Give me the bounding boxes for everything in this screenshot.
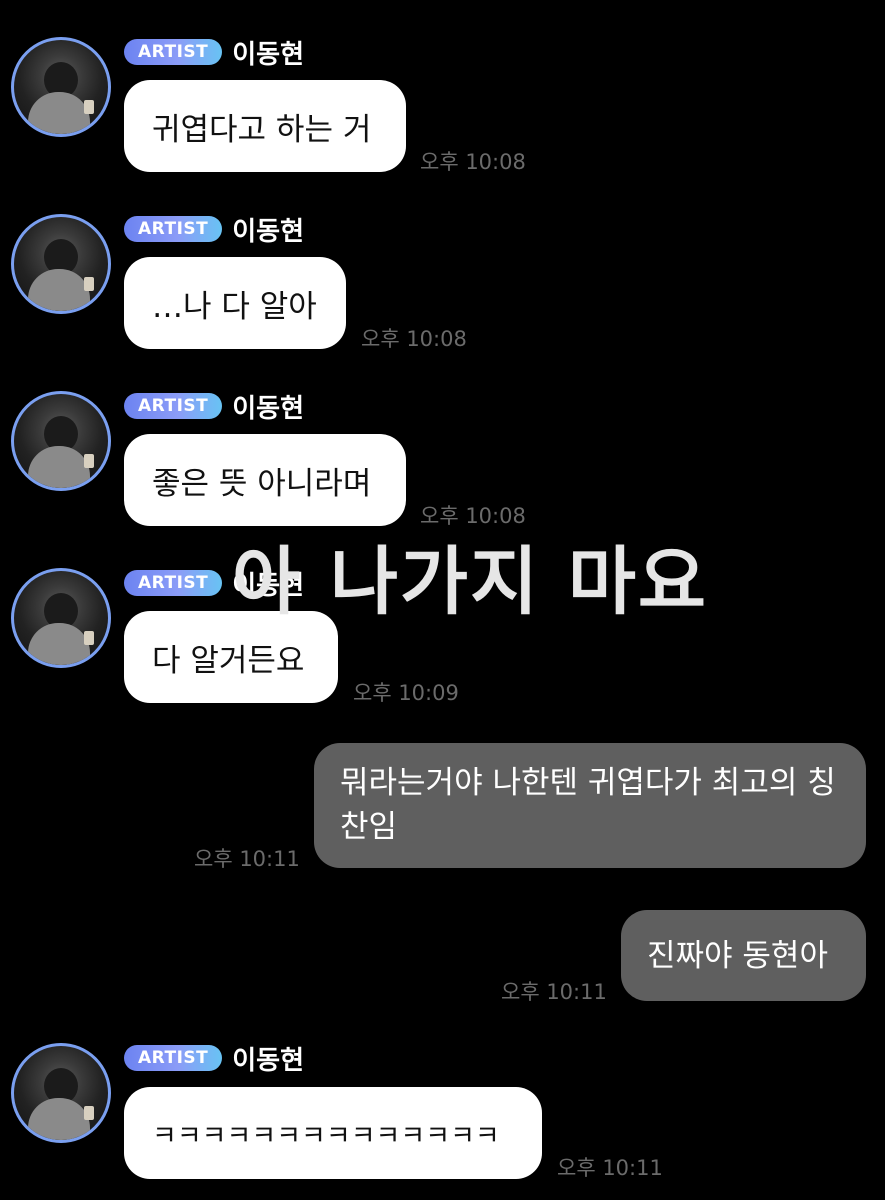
message-timestamp: 오후 10:11 bbox=[557, 1156, 663, 1180]
avatar-figure-body bbox=[28, 92, 90, 134]
message-timestamp: 오후 10:11 bbox=[194, 847, 300, 871]
sender-avatar[interactable] bbox=[11, 1043, 111, 1143]
incoming-message-bubble[interactable]: ㅋㅋㅋㅋㅋㅋㅋㅋㅋㅋㅋㅋㅋㅋ bbox=[124, 1087, 542, 1179]
sender-name[interactable]: 이동현 bbox=[232, 388, 304, 425]
incoming-message-bubble[interactable]: 귀엽다고 하는 거 bbox=[124, 80, 406, 172]
message-header: ARTIST 이동현 bbox=[124, 1043, 304, 1076]
sender-avatar[interactable] bbox=[11, 568, 111, 668]
artist-badge: ARTIST bbox=[124, 216, 223, 242]
artist-badge: ARTIST bbox=[124, 39, 223, 65]
message-timestamp: 오후 10:08 bbox=[361, 327, 467, 351]
incoming-message-bubble[interactable]: 좋은 뜻 아니라며 bbox=[124, 434, 406, 526]
sender-avatar[interactable] bbox=[11, 37, 111, 137]
avatar-figure-cup bbox=[84, 100, 94, 114]
avatar-figure-body bbox=[28, 446, 90, 488]
artist-badge: ARTIST bbox=[124, 570, 223, 596]
avatar-figure-cup bbox=[84, 454, 94, 468]
avatar-figure-cup bbox=[84, 277, 94, 291]
message-timestamp: 오후 10:11 bbox=[501, 980, 607, 1004]
message-header: ARTIST 이동현 bbox=[124, 214, 304, 247]
avatar-figure-cup bbox=[84, 631, 94, 645]
artist-badge: ARTIST bbox=[124, 393, 223, 419]
message-timestamp: 오후 10:08 bbox=[420, 150, 526, 174]
message-header: ARTIST 이동현 bbox=[124, 37, 304, 70]
sender-name[interactable]: 이동현 bbox=[232, 34, 304, 71]
avatar-figure-body bbox=[28, 623, 90, 665]
avatar-figure-body bbox=[28, 269, 90, 311]
message-header: ARTIST 이동현 bbox=[124, 391, 304, 424]
overlay-caption: 아 나가지 마요 bbox=[232, 539, 709, 625]
artist-badge: ARTIST bbox=[124, 1045, 223, 1071]
sender-avatar[interactable] bbox=[11, 391, 111, 491]
avatar-figure-cup bbox=[84, 1106, 94, 1120]
outgoing-message-bubble[interactable]: 뭐라는거야 나한텐 귀엽다가 최고의 칭찬임 bbox=[314, 743, 866, 868]
message-timestamp: 오후 10:09 bbox=[353, 681, 459, 705]
incoming-message-bubble[interactable]: …나 다 알아 bbox=[124, 257, 346, 349]
avatar-figure-body bbox=[28, 1098, 90, 1140]
sender-name[interactable]: 이동현 bbox=[232, 211, 304, 248]
outgoing-message-bubble[interactable]: 진짜야 동현아 bbox=[621, 910, 866, 1001]
sender-name[interactable]: 이동현 bbox=[232, 1040, 304, 1077]
sender-avatar[interactable] bbox=[11, 214, 111, 314]
